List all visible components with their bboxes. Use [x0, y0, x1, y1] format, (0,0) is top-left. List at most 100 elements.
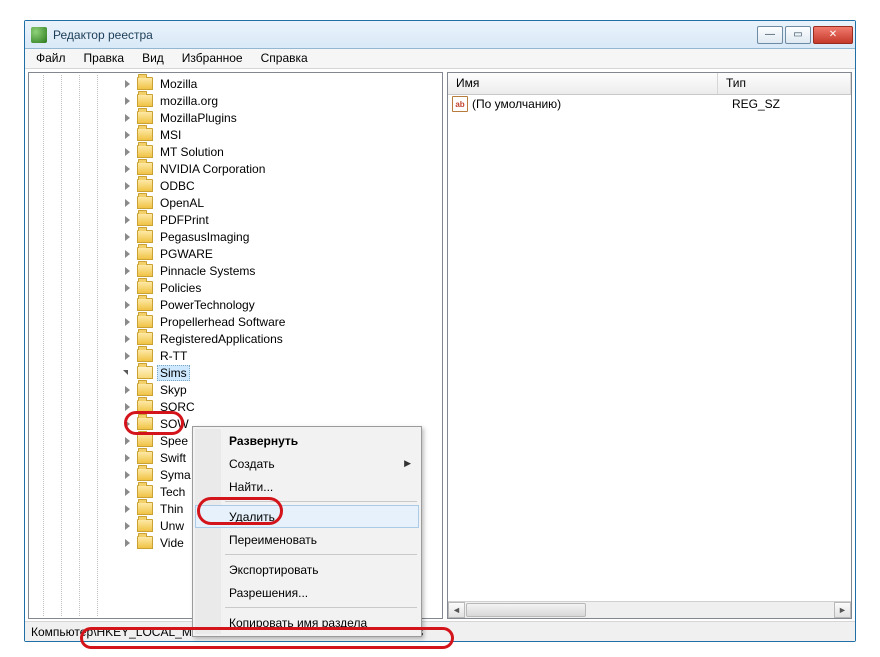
folder-icon — [137, 502, 153, 515]
folder-icon — [137, 179, 153, 192]
menu-view[interactable]: Вид — [133, 49, 173, 68]
expander-icon[interactable] — [123, 504, 133, 514]
tree-node-label: SORC — [157, 400, 198, 414]
menu-fav[interactable]: Избранное — [173, 49, 252, 68]
folder-icon — [137, 94, 153, 107]
expander-icon[interactable] — [123, 470, 133, 480]
submenu-arrow-icon: ▶ — [404, 458, 411, 469]
context-menu-item[interactable]: Развернуть — [195, 429, 419, 452]
expander-icon[interactable] — [123, 96, 133, 106]
scroll-left-button[interactable]: ◄ — [448, 602, 465, 618]
titlebar[interactable]: Редактор реестра — ▭ ✕ — [25, 21, 855, 49]
close-button[interactable]: ✕ — [813, 26, 853, 44]
tree-node-label: MT Solution — [157, 145, 227, 159]
context-menu[interactable]: РазвернутьСоздать▶Найти... УдалитьПереиме… — [192, 426, 422, 637]
status-bar: Компьютер\HKEY_LOCAL_MACHINE\SOFTWARE\Wo… — [25, 621, 855, 641]
folder-icon — [137, 400, 153, 413]
scroll-right-button[interactable]: ► — [834, 602, 851, 618]
tree-node-label: MSI — [157, 128, 184, 142]
expander-icon[interactable] — [123, 317, 133, 327]
col-name[interactable]: Имя — [448, 73, 718, 94]
tree-node-label: Tech — [157, 485, 188, 499]
context-menu-item[interactable]: Найти... — [195, 475, 419, 498]
tree-node-label: NVIDIA Corporation — [157, 162, 268, 176]
expander-icon[interactable] — [123, 215, 133, 225]
scroll-track[interactable] — [587, 602, 834, 618]
folder-icon — [137, 468, 153, 481]
expander-icon[interactable] — [123, 419, 133, 429]
expander-icon[interactable] — [123, 79, 133, 89]
tree-node-label: Syma — [157, 468, 194, 482]
folder-icon — [137, 451, 153, 464]
regedit-window: Редактор реестра — ▭ ✕ Файл Правка Вид И… — [24, 20, 856, 642]
tree-node-label: MozillaPlugins — [157, 111, 240, 125]
menu-file[interactable]: Файл — [27, 49, 75, 68]
tree-node-label: Spee — [157, 434, 191, 448]
folder-icon — [137, 315, 153, 328]
tree-guides — [31, 75, 115, 616]
context-menu-item[interactable]: Переименовать — [195, 528, 419, 551]
folder-icon — [137, 332, 153, 345]
tree-node-label: OpenAL — [157, 196, 207, 210]
folder-icon — [137, 264, 153, 277]
folder-icon — [137, 366, 153, 379]
context-menu-item[interactable]: Разрешения... — [195, 581, 419, 604]
context-menu-item[interactable]: Создать▶ — [195, 452, 419, 475]
expander-icon[interactable] — [123, 487, 133, 497]
expander-icon[interactable] — [123, 538, 133, 548]
folder-icon — [137, 162, 153, 175]
expander-icon[interactable] — [123, 283, 133, 293]
menu-edit[interactable]: Правка — [75, 49, 134, 68]
expander-icon[interactable] — [123, 147, 133, 157]
folder-icon — [137, 281, 153, 294]
tree-node-label: mozilla.org — [157, 94, 221, 108]
value-row[interactable]: ab(По умолчанию)REG_SZ — [448, 95, 851, 113]
context-menu-separator — [225, 554, 417, 555]
values-pane[interactable]: Имя Тип ab(По умолчанию)REG_SZ ◄ ► — [447, 72, 852, 619]
scroll-thumb[interactable] — [466, 603, 586, 617]
expander-icon[interactable] — [123, 521, 133, 531]
expander-icon[interactable] — [123, 453, 133, 463]
string-value-icon: ab — [452, 96, 468, 112]
folder-icon — [137, 383, 153, 396]
expander-icon[interactable] — [123, 385, 133, 395]
expander-icon[interactable] — [123, 198, 133, 208]
expander-icon[interactable] — [123, 351, 133, 361]
folder-icon — [137, 77, 153, 90]
expander-icon[interactable] — [123, 436, 133, 446]
menu-help[interactable]: Справка — [252, 49, 317, 68]
folder-icon — [137, 536, 153, 549]
h-scrollbar[interactable]: ◄ ► — [448, 601, 851, 618]
tree-node-label: Vide — [157, 536, 187, 550]
tree-node-label: Mozilla — [157, 77, 200, 91]
client-area: Mozilla mozilla.org MozillaPlugins MSI MT So… — [25, 70, 855, 621]
expander-icon[interactable] — [123, 334, 133, 344]
expander-icon[interactable] — [123, 232, 133, 242]
expander-icon[interactable] — [123, 402, 133, 412]
folder-icon — [137, 230, 153, 243]
expander-icon[interactable] — [123, 266, 133, 276]
col-type[interactable]: Тип — [718, 73, 851, 94]
folder-icon — [137, 417, 153, 430]
expander-icon[interactable] — [123, 249, 133, 259]
values-header[interactable]: Имя Тип — [448, 73, 851, 95]
menubar: Файл Правка Вид Избранное Справка — [25, 49, 855, 69]
expander-icon[interactable] — [123, 113, 133, 123]
tree-node-label: Unw — [157, 519, 187, 533]
context-menu-separator — [225, 607, 417, 608]
expander-icon[interactable] — [123, 368, 133, 378]
folder-icon — [137, 145, 153, 158]
maximize-button[interactable]: ▭ — [785, 26, 811, 44]
expander-icon[interactable] — [123, 130, 133, 140]
tree-node-label: RegisteredApplications — [157, 332, 286, 346]
values-body[interactable]: ab(По умолчанию)REG_SZ — [448, 95, 851, 113]
context-menu-item[interactable]: Копировать имя раздела — [195, 611, 419, 634]
tree-node-label: PowerTechnology — [157, 298, 258, 312]
context-menu-item[interactable]: Удалить — [195, 505, 419, 528]
expander-icon[interactable] — [123, 300, 133, 310]
folder-icon — [137, 128, 153, 141]
expander-icon[interactable] — [123, 164, 133, 174]
context-menu-item[interactable]: Экспортировать — [195, 558, 419, 581]
minimize-button[interactable]: — — [757, 26, 783, 44]
expander-icon[interactable] — [123, 181, 133, 191]
